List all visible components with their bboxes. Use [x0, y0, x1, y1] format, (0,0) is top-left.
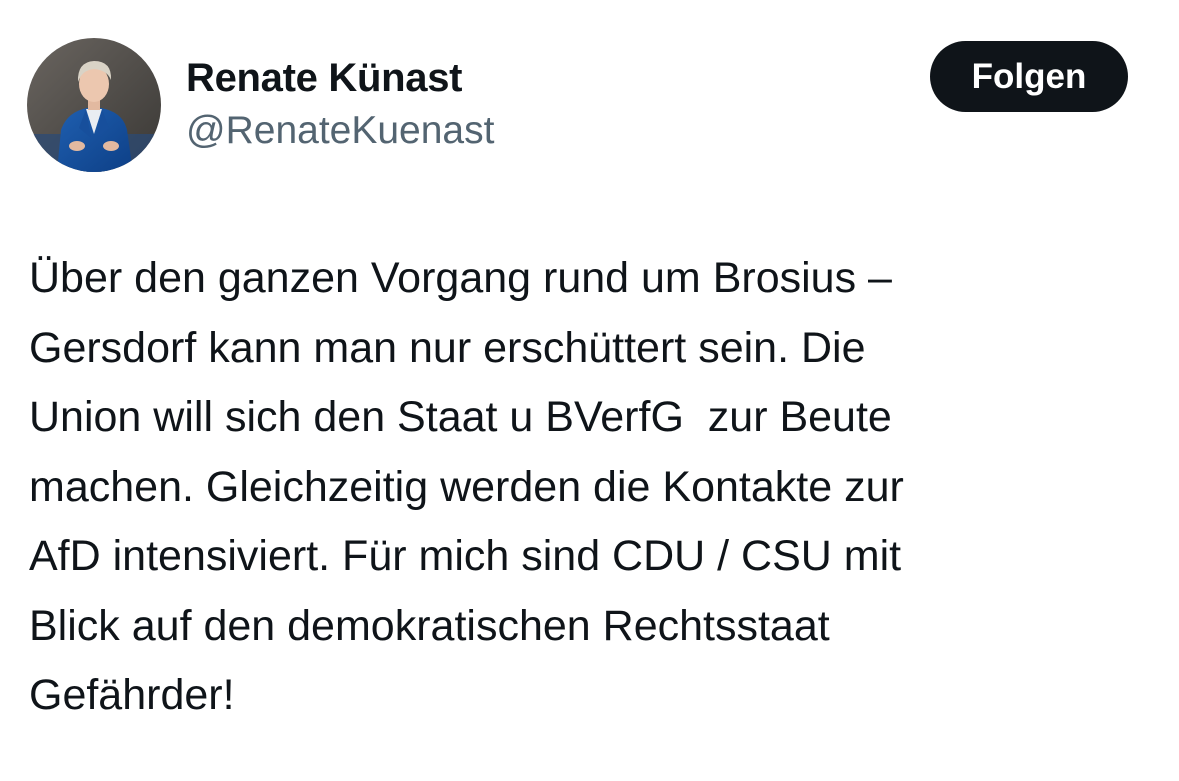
author-handle[interactable]: @RenateKuenast — [186, 108, 494, 154]
tweet-text-line: Union will sich den Staat u BVerfG zur B… — [29, 393, 892, 441]
tweet-text: Über den ganzen Vorgang rund um Brosius … — [29, 244, 1154, 731]
avatar-photo-icon — [27, 38, 161, 172]
tweet-text-line: Blick auf den demokratischen Rechtsstaat — [29, 601, 830, 650]
tweet-text-line: AfD intensiviert. Für mich sind CDU / CS… — [29, 532, 902, 580]
tweet-text-line: Gefährder! — [29, 671, 235, 719]
author-display-name[interactable]: Renate Künast — [186, 54, 462, 102]
tweet-text-line: Gersdorf kann man nur erschüttert sein. … — [29, 323, 866, 372]
author-avatar[interactable] — [27, 38, 161, 172]
tweet-card: Renate Künast @RenateKuenast Folgen Über… — [0, 0, 1179, 781]
follow-button[interactable]: Folgen — [930, 41, 1128, 112]
tweet-text-line: Über den ganzen Vorgang rund um Brosius … — [29, 254, 892, 302]
tweet-text-line: machen. Gleichzeitig werden die Kontakte… — [29, 462, 904, 511]
